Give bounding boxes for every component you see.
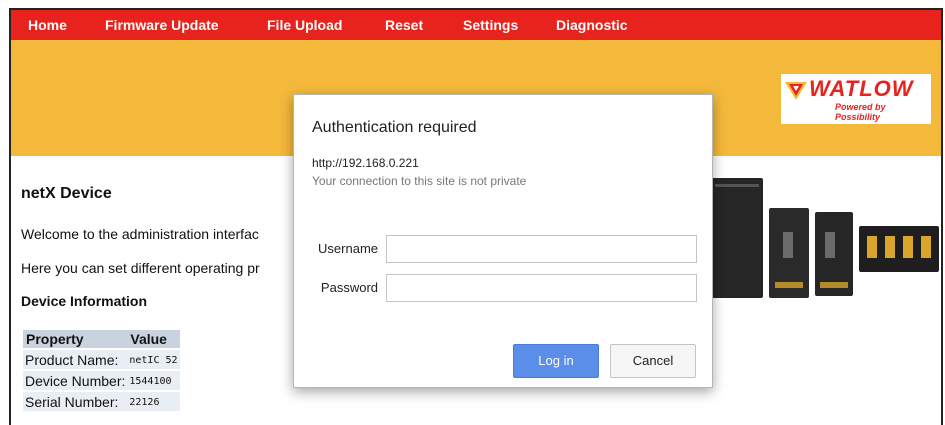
authentication-dialog: Authentication required http://192.168.0…: [293, 94, 713, 388]
product-image: [711, 170, 941, 300]
controller-device-image: [711, 178, 763, 298]
value-cell: netIC 52: [127, 350, 180, 369]
password-input[interactable]: [386, 274, 697, 302]
table-row: Serial Number: 22126: [23, 392, 180, 411]
nav-reset[interactable]: Reset: [385, 17, 423, 33]
browser-viewport: Home Firmware Update File Upload Reset S…: [9, 8, 943, 425]
dialog-title: Authentication required: [312, 119, 477, 136]
watlow-logo: WATLOW Powered by Possibility: [781, 74, 931, 124]
column-header-property: Property: [23, 330, 128, 348]
intro-text-line-2: Here you can set different operating pr: [21, 260, 260, 276]
controller-device-image: [859, 226, 939, 272]
value-cell: 1544100: [127, 371, 180, 390]
property-cell: Serial Number:: [23, 392, 128, 411]
table-row: Device Number: 1544100: [23, 371, 180, 390]
column-header-value: Value: [127, 330, 180, 348]
logo-tagline: Powered by Possibility: [835, 102, 886, 122]
property-cell: Device Number:: [23, 371, 128, 390]
table-header-row: Property Value: [23, 330, 180, 348]
value-cell: 22126: [127, 392, 180, 411]
top-navigation-bar: Home Firmware Update File Upload Reset S…: [11, 10, 941, 40]
controller-device-image: [769, 208, 809, 298]
nav-home[interactable]: Home: [28, 17, 67, 33]
username-input[interactable]: [386, 235, 697, 263]
dialog-site-url: http://192.168.0.221: [312, 156, 419, 170]
table-row: Product Name: netIC 52: [23, 350, 180, 369]
nav-diagnostic[interactable]: Diagnostic: [556, 17, 628, 33]
property-cell: Product Name:: [23, 350, 128, 369]
logo-wordmark: WATLOW: [809, 76, 914, 101]
password-label: Password: [320, 280, 378, 295]
page-title: netX Device: [21, 185, 112, 202]
log-in-button[interactable]: Log in: [513, 344, 599, 378]
username-label: Username: [318, 241, 378, 256]
watlow-diamond-icon: [785, 82, 807, 100]
nav-firmware-update[interactable]: Firmware Update: [105, 17, 219, 33]
nav-file-upload[interactable]: File Upload: [267, 17, 342, 33]
cancel-button[interactable]: Cancel: [610, 344, 696, 378]
controller-device-image: [815, 212, 853, 296]
device-information-table: Property Value Product Name: netIC 52 De…: [23, 328, 180, 413]
dialog-privacy-warning: Your connection to this site is not priv…: [312, 174, 527, 188]
intro-text-line-1: Welcome to the administration interfac: [21, 226, 259, 242]
section-title-device-information: Device Information: [21, 293, 148, 309]
nav-settings[interactable]: Settings: [463, 17, 518, 33]
